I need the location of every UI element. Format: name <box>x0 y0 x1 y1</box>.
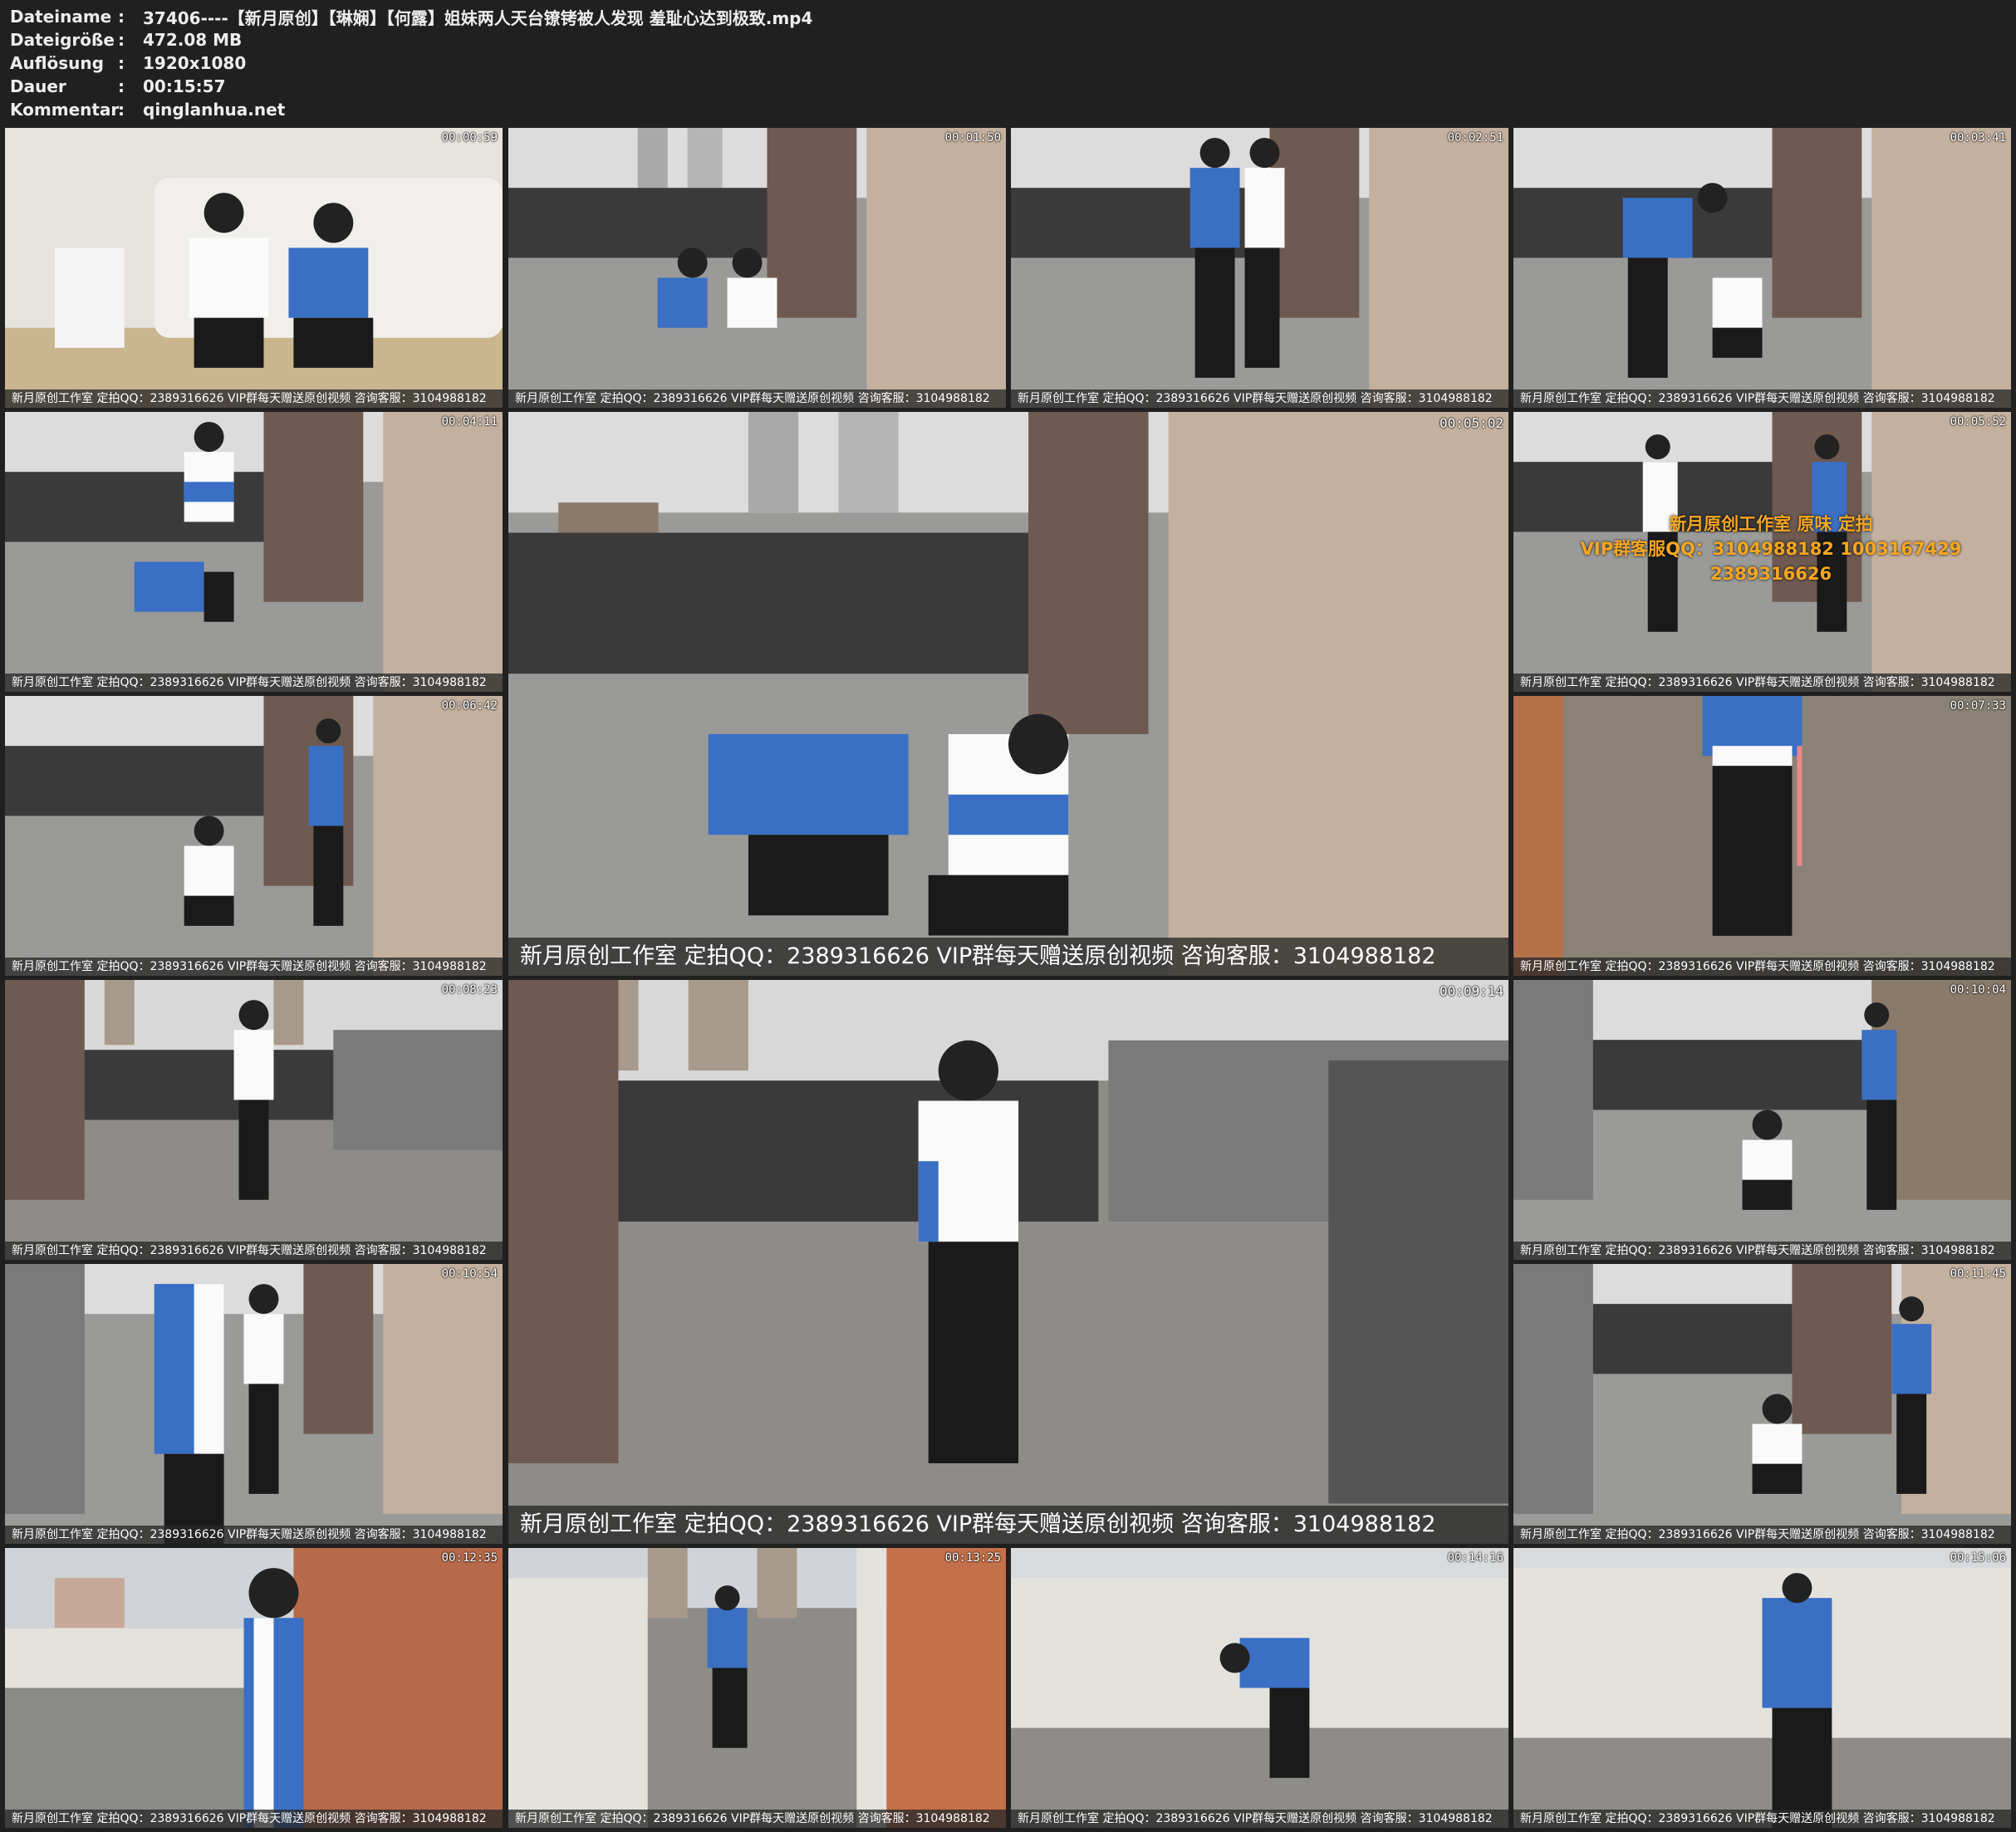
file-size-value: 472.08 MB <box>143 30 243 50</box>
comment-row: Kommentar: qinglanhua.net <box>10 98 285 121</box>
duration-row: Dauer:00:15:57 <box>10 75 226 98</box>
colon: : <box>118 30 125 50</box>
scene-whitewall <box>1513 1548 2011 1828</box>
colon: : <box>118 100 125 120</box>
colon: : <box>118 76 125 96</box>
scene-rooftop <box>508 980 1508 1544</box>
file-info-header: Dateiname:37406----【新月原创】【琳娴】【何露】姐妹两人天台镣… <box>0 0 2016 125</box>
scene-rooftop <box>1513 1264 2011 1544</box>
timestamp: 00:05:02 <box>1439 415 1503 431</box>
file-name-label: Dateiname <box>10 7 112 27</box>
colon: : <box>118 53 125 73</box>
watermark-bar: 新月原创工作室 定拍QQ：2389316626 VIP群每天赠送原创视频 咨询客… <box>5 958 503 976</box>
scene-brickwall <box>5 1548 503 1828</box>
file-name-row: Dateiname:37406----【新月原创】【琳娴】【何露】姐妹两人天台镣… <box>10 5 812 28</box>
timestamp: 00:08:23 <box>441 983 498 997</box>
watermark-bar: 新月原创工作室 定拍QQ：2389316626 VIP群每天赠送原创视频 咨询客… <box>1011 1810 1508 1828</box>
comment-value: qinglanhua.net <box>143 100 286 120</box>
thumbnail-15[interactable]: 00:12:35 新月原创工作室 定拍QQ：2389316626 VIP群每天赠… <box>5 1548 503 1828</box>
timestamp: 00:15:06 <box>1950 1551 2006 1565</box>
thumbnail-9[interactable]: 00:07:33 新月原创工作室 定拍QQ：2389316626 VIP群每天赠… <box>1513 696 2011 976</box>
watermark-bar: 新月原创工作室 定拍QQ：2389316626 VIP群每天赠送原创视频 咨询客… <box>1513 958 2011 976</box>
watermark-bar: 新月原创工作室 定拍QQ：2389316626 VIP群每天赠送原创视频 咨询客… <box>508 1506 1508 1544</box>
watermark-bar: 新月原创工作室 定拍QQ：2389316626 VIP群每天赠送原创视频 咨询客… <box>1011 389 1508 408</box>
scene-rooftop <box>5 696 503 976</box>
file-size-row: Dateigröße:472.08 MB <box>10 28 242 51</box>
thumbnail-3[interactable]: 00:02:51 新月原创工作室 定拍QQ：2389316626 VIP群每天赠… <box>1011 128 1508 408</box>
thumbnail-1[interactable]: 00:00:59 新月原创工作室 定拍QQ：2389316626 VIP群每天赠… <box>5 128 503 408</box>
watermark-bar: 新月原创工作室 定拍QQ：2389316626 VIP群每天赠送原创视频 咨询客… <box>1513 1242 2011 1260</box>
comment-label: Kommentar <box>10 100 120 120</box>
scene-rooftop <box>508 412 1508 976</box>
timestamp: 00:04:11 <box>441 415 498 429</box>
watermark-bar: 新月原创工作室 定拍QQ：2389316626 VIP群每天赠送原创视频 咨询客… <box>5 1242 503 1260</box>
thumbnail-11-large[interactable]: 00:09:14 新月原创工作室 定拍QQ：2389316626 VIP群每天赠… <box>508 980 1508 1544</box>
timestamp: 00:14:16 <box>1447 1551 1503 1565</box>
thumbnail-2[interactable]: 00:01:50 新月原创工作室 定拍QQ：2389316626 VIP群每天赠… <box>508 128 1006 408</box>
watermark-bar: 新月原创工作室 定拍QQ：2389316626 VIP群每天赠送原创视频 咨询客… <box>5 1810 503 1828</box>
file-size-label: Dateigröße <box>10 30 115 50</box>
watermark-bar: 新月原创工作室 定拍QQ：2389316626 VIP群每天赠送原创视频 咨询客… <box>508 1810 1006 1828</box>
timestamp: 00:07:33 <box>1950 699 2006 713</box>
watermark-bar: 新月原创工作室 定拍QQ：2389316626 VIP群每天赠送原创视频 咨询客… <box>1513 1526 2011 1544</box>
scene-rooftop <box>5 980 503 1260</box>
thumbnail-4[interactable]: 00:03:41 新月原创工作室 定拍QQ：2389316626 VIP群每天赠… <box>1513 128 2011 408</box>
scene-rooftop <box>1011 128 1508 408</box>
scene-rooftop <box>508 128 1006 408</box>
watermark-bar: 新月原创工作室 定拍QQ：2389316626 VIP群每天赠送原创视频 咨询客… <box>508 389 1006 408</box>
thumbnail-7[interactable]: 新月原创工作室 原味 定拍 VIP群客服QQ：3104988182 100316… <box>1513 412 2011 692</box>
file-name-value: 37406----【新月原创】【琳娴】【何露】姐妹两人天台镣铐被人发现 羞耻心达… <box>143 7 813 28</box>
timestamp: 00:10:54 <box>441 1267 498 1281</box>
resolution-row: Auflösung:1920x1080 <box>10 51 246 75</box>
thumbnail-14[interactable]: 00:11:45 新月原创工作室 定拍QQ：2389316626 VIP群每天赠… <box>1513 1264 2011 1544</box>
timestamp: 00:12:35 <box>441 1551 498 1565</box>
thumbnail-18[interactable]: 00:15:06 新月原创工作室 定拍QQ：2389316626 VIP群每天赠… <box>1513 1548 2011 1828</box>
orange-overlay-text: 新月原创工作室 原味 定拍 VIP群客服QQ：3104988182 100316… <box>1555 512 1987 586</box>
watermark-bar: 新月原创工作室 定拍QQ：2389316626 VIP群每天赠送原创视频 咨询客… <box>5 1526 503 1544</box>
timestamp: 00:11:45 <box>1950 1267 2006 1281</box>
watermark-bar: 新月原创工作室 定拍QQ：2389316626 VIP群每天赠送原创视频 咨询客… <box>508 938 1508 976</box>
watermark-bar: 新月原创工作室 定拍QQ：2389316626 VIP群每天赠送原创视频 咨询客… <box>5 674 503 692</box>
overlay-line-2: VIP群客服QQ：3104988182 1003167429 <box>1580 539 1962 559</box>
scene-indoor <box>5 128 503 408</box>
timestamp: 00:10:04 <box>1950 983 2006 997</box>
scene-tiles <box>1513 696 2011 976</box>
watermark-bar: 新月原创工作室 定拍QQ：2389316626 VIP群每天赠送原创视频 咨询客… <box>1513 674 2011 692</box>
timestamp: 00:05:52 <box>1950 415 2006 429</box>
thumbnail-12[interactable]: 00:10:04 新月原创工作室 定拍QQ：2389316626 VIP群每天赠… <box>1513 980 2011 1260</box>
overlay-line-1: 新月原创工作室 原味 定拍 <box>1669 514 1873 534</box>
timestamp: 00:00:59 <box>441 131 498 145</box>
thumbnail-10[interactable]: 00:08:23 新月原创工作室 定拍QQ：2389316626 VIP群每天赠… <box>5 980 503 1260</box>
resolution-value: 1920x1080 <box>143 53 247 73</box>
scene-rooftop <box>5 1264 503 1544</box>
thumbnail-5[interactable]: 00:04:11 新月原创工作室 定拍QQ：2389316626 VIP群每天赠… <box>5 412 503 692</box>
thumbnail-16[interactable]: 00:13:25 新月原创工作室 定拍QQ：2389316626 VIP群每天赠… <box>508 1548 1006 1828</box>
watermark-bar: 新月原创工作室 定拍QQ：2389316626 VIP群每天赠送原创视频 咨询客… <box>1513 1810 2011 1828</box>
resolution-label: Auflösung <box>10 53 104 73</box>
timestamp: 00:06:42 <box>441 699 498 713</box>
overlay-line-3: 2389316626 <box>1709 564 1832 584</box>
thumbnail-8[interactable]: 00:06:42 新月原创工作室 定拍QQ：2389316626 VIP群每天赠… <box>5 696 503 976</box>
scene-rooftop <box>1513 128 2011 408</box>
scene-whitewall <box>1011 1548 1508 1828</box>
timestamp: 00:01:50 <box>944 131 1001 145</box>
timestamp: 00:09:14 <box>1439 983 1503 999</box>
timestamp: 00:03:41 <box>1950 131 2006 145</box>
scene-rooftop <box>5 412 503 692</box>
scene-alley <box>508 1548 1006 1828</box>
thumbnail-6-large[interactable]: 00:05:02 新月原创工作室 定拍QQ：2389316626 VIP群每天赠… <box>508 412 1508 976</box>
thumbnail-13[interactable]: 00:10:54 新月原创工作室 定拍QQ：2389316626 VIP群每天赠… <box>5 1264 503 1544</box>
timestamp: 00:13:25 <box>944 1551 1001 1565</box>
colon: : <box>118 7 125 27</box>
scene-rooftop <box>1513 980 2011 1260</box>
duration-value: 00:15:57 <box>143 76 226 96</box>
timestamp: 00:02:51 <box>1447 131 1503 145</box>
thumbnail-17[interactable]: 00:14:16 新月原创工作室 定拍QQ：2389316626 VIP群每天赠… <box>1011 1548 1508 1828</box>
watermark-bar: 新月原创工作室 定拍QQ：2389316626 VIP群每天赠送原创视频 咨询客… <box>5 389 503 408</box>
duration-label: Dauer <box>10 76 66 96</box>
thumbnail-grid: 00:00:59 新月原创工作室 定拍QQ：2389316626 VIP群每天赠… <box>0 125 2016 1832</box>
watermark-bar: 新月原创工作室 定拍QQ：2389316626 VIP群每天赠送原创视频 咨询客… <box>1513 389 2011 408</box>
